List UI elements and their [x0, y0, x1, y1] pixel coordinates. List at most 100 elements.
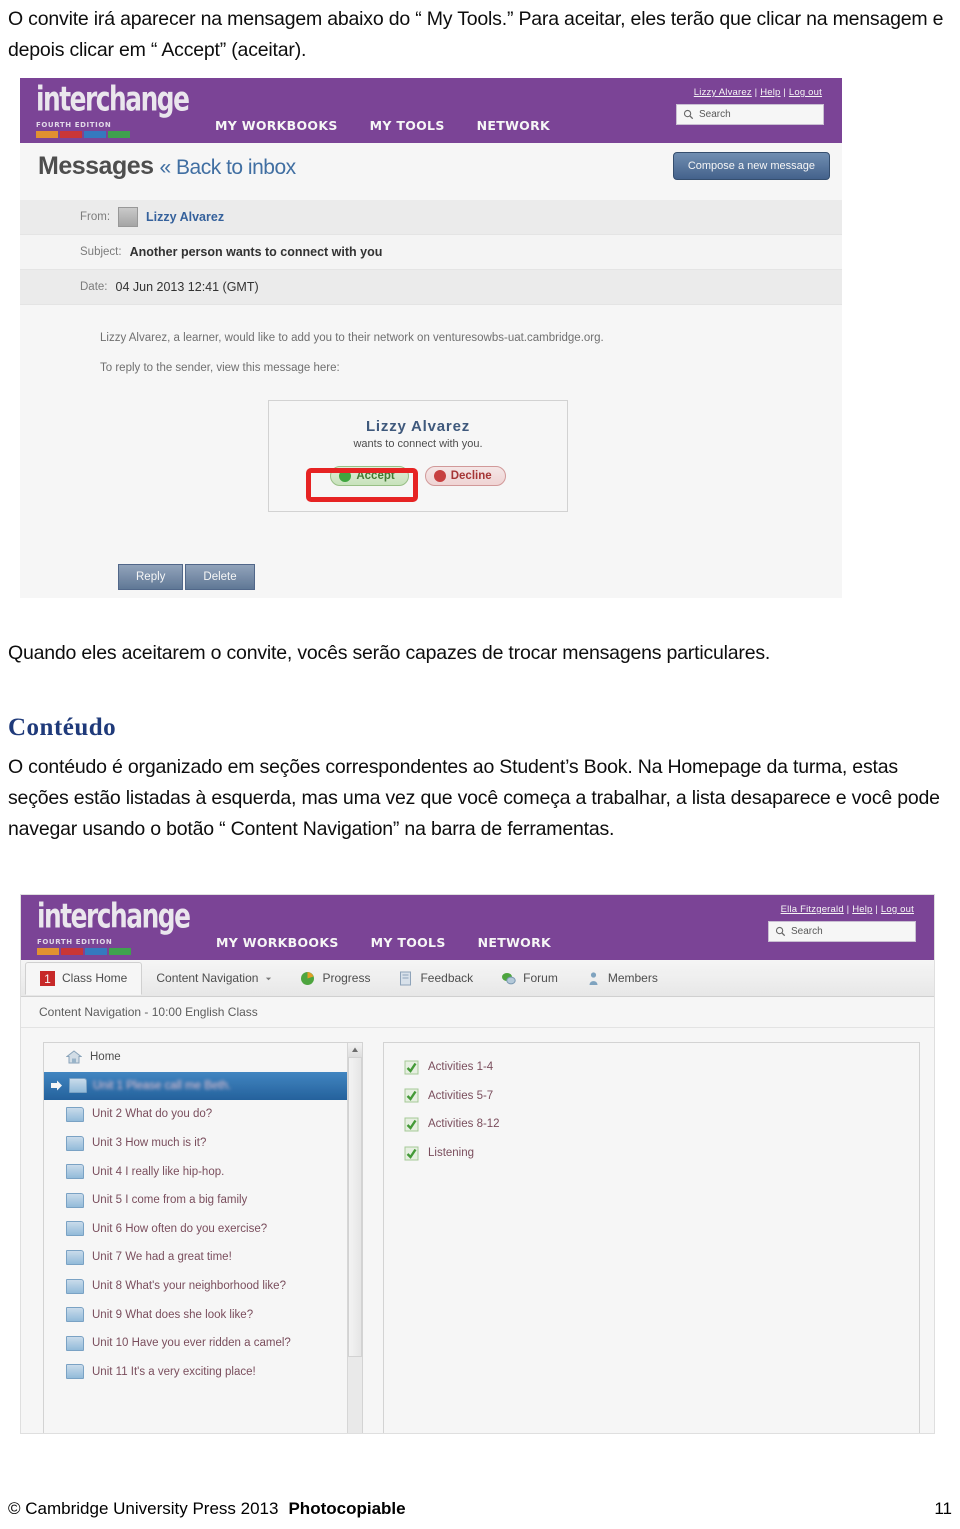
- tree-label-unit-7: Unit 7 We had a great time!: [92, 1251, 232, 1264]
- logout-link[interactable]: Log out: [789, 87, 822, 98]
- message-field-from: From: Lizzy Alvarez: [20, 200, 842, 235]
- tree-item-unit-9[interactable]: Unit 9 What does she look like?: [44, 1300, 362, 1329]
- toolbar-label-forum: Forum: [523, 971, 558, 985]
- delete-button[interactable]: Delete: [185, 564, 255, 590]
- check-icon-2: [404, 1088, 419, 1103]
- folder-icon-unit-5: [66, 1192, 84, 1208]
- scrollbar-thumb[interactable]: [348, 1057, 362, 1357]
- reply-button[interactable]: Reply: [118, 564, 184, 590]
- help-link[interactable]: Help: [760, 87, 780, 98]
- speech-bubble-icon: [501, 971, 516, 986]
- compose-new-message-button[interactable]: Compose a new message: [672, 152, 830, 180]
- user-links-messages[interactable]: Lizzy Alvarez | Help | Log out: [694, 87, 822, 98]
- main-nav-content[interactable]: MY WORKBOOKS MY TOOLS NETWORK: [216, 935, 551, 950]
- footer-copyright: © Cambridge University Press 2013: [8, 1499, 279, 1518]
- activity-item-1[interactable]: Activities 1-4: [384, 1053, 919, 1082]
- tree-item-unit-2[interactable]: Unit 2 What do you do?: [44, 1100, 362, 1129]
- from-value[interactable]: Lizzy Alvarez: [146, 210, 224, 224]
- activity-item-3[interactable]: Activities 8-12: [384, 1110, 919, 1139]
- tree-item-unit-7[interactable]: Unit 7 We had a great time!: [44, 1243, 362, 1272]
- nav-item-my-tools[interactable]: MY TOOLS: [370, 118, 445, 133]
- toolbar-item-progress[interactable]: Progress: [286, 961, 384, 995]
- current-arrow-icon: [50, 1079, 63, 1092]
- subject-label: Subject:: [80, 246, 122, 258]
- message-action-bar: Reply Delete: [118, 564, 255, 590]
- scroll-up-button[interactable]: [348, 1043, 362, 1058]
- tree-item-unit-11[interactable]: Unit 11 It's a very exciting place!: [44, 1358, 362, 1387]
- toolbar-label-feedback: Feedback: [420, 971, 474, 985]
- nav-item-network[interactable]: NETWORK: [477, 118, 550, 133]
- tree-label-unit-9: Unit 9 What does she look like?: [92, 1308, 254, 1321]
- toolbar-item-class-home[interactable]: 1 Class Home: [25, 961, 143, 995]
- toolbar-item-feedback[interactable]: Feedback: [384, 961, 487, 995]
- screenshot-content-navigation: interchange FOURTH EDITION MY WORKBOOKS …: [20, 894, 935, 1434]
- message-body: Lizzy Alvarez, a learner, would like to …: [20, 305, 842, 383]
- tree-item-unit-3[interactable]: Unit 3 How much is it?: [44, 1129, 362, 1158]
- back-to-inbox-link[interactable]: « Back to inbox: [160, 156, 297, 179]
- user-name-link-2[interactable]: Ella Fitzgerald: [781, 904, 844, 915]
- footer-photocopiable: Photocopiable: [288, 1499, 406, 1518]
- folder-icon-unit-1: [69, 1078, 87, 1094]
- user-links-content[interactable]: Ella Fitzgerald | Help | Log out: [781, 904, 914, 915]
- search-box-messages[interactable]: Search: [676, 104, 824, 125]
- avatar: [118, 207, 139, 227]
- tree-item-unit-4[interactable]: Unit 4 I really like hip-hop.: [44, 1157, 362, 1186]
- section-heading: Contéudo: [8, 714, 117, 741]
- content-paragraph: O contéudo é organizado em seções corres…: [8, 756, 940, 840]
- tree-label-home: Home: [90, 1051, 121, 1064]
- nav-item-my-workbooks[interactable]: MY WORKBOOKS: [215, 118, 338, 133]
- nav-item-my-tools-2[interactable]: MY TOOLS: [371, 935, 446, 950]
- tree-label-unit-11: Unit 11 It's a very exciting place!: [92, 1365, 256, 1378]
- message-field-subject: Subject: Another person wants to connect…: [20, 235, 842, 270]
- folder-icon-unit-10: [66, 1335, 84, 1351]
- tree-label-unit-6: Unit 6 How often do you exercise?: [92, 1222, 268, 1235]
- pie-chart-icon: [300, 971, 315, 986]
- date-value: 04 Jun 2013 12:41 (GMT): [115, 280, 259, 294]
- user-name-link[interactable]: Lizzy Alvarez: [694, 87, 752, 98]
- toolbar-item-content-navigation[interactable]: Content Navigation: [142, 961, 286, 995]
- tree-item-unit-1[interactable]: Unit 1 Please call me Beth.: [44, 1071, 362, 1101]
- tree-label-unit-4: Unit 4 I really like hip-hop.: [92, 1165, 225, 1178]
- tree-label-unit-10: Unit 10 Have you ever ridden a camel?: [92, 1337, 291, 1350]
- scroll-down-button[interactable]: [348, 1433, 362, 1434]
- tree-label-unit-1: Unit 1 Please call me Beth.: [93, 1079, 232, 1092]
- logout-link-2[interactable]: Log out: [881, 904, 914, 915]
- search-icon: [683, 109, 694, 120]
- tree-scrollbar[interactable]: [347, 1043, 362, 1434]
- toolbar-item-members[interactable]: Members: [572, 961, 672, 995]
- folder-icon-unit-7: [66, 1249, 84, 1265]
- screenshot-messages: interchange FOURTH EDITION MY WORKBOOKS …: [20, 78, 842, 598]
- help-link-2[interactable]: Help: [852, 904, 872, 915]
- nav-item-my-workbooks-2[interactable]: MY WORKBOOKS: [216, 935, 339, 950]
- activity-item-2[interactable]: Activities 5-7: [384, 1082, 919, 1111]
- interchange-logo: interchange FOURTH EDITION: [36, 83, 190, 138]
- cross-circle-icon: [433, 470, 446, 482]
- toolbar-label-progress: Progress: [322, 971, 371, 985]
- logo-wordmark-2: interchange: [37, 897, 191, 936]
- tree-item-unit-5[interactable]: Unit 5 I come from a big family: [44, 1186, 362, 1215]
- date-label: Date:: [80, 281, 108, 293]
- activities-panel: Activities 1-4 Activities 5-7 Activities…: [383, 1042, 920, 1433]
- from-label: From:: [80, 211, 111, 223]
- intro-paragraph: O convite irá aparecer na mensagem abaix…: [8, 8, 944, 61]
- search-box-content[interactable]: Search: [768, 921, 916, 942]
- tree-item-unit-6[interactable]: Unit 6 How often do you exercise?: [44, 1215, 362, 1244]
- nav-item-network-2[interactable]: NETWORK: [478, 935, 551, 950]
- toolbar-item-forum[interactable]: Forum: [487, 961, 572, 995]
- tree-item-unit-10[interactable]: Unit 10 Have you ever ridden a camel?: [44, 1329, 362, 1358]
- tree-item-home[interactable]: Home: [44, 1043, 362, 1072]
- activity-label-1: Activities 1-4: [428, 1061, 494, 1074]
- activity-label-2: Activities 5-7: [428, 1089, 494, 1102]
- tree-item-unit-8[interactable]: Unit 8 What's your neighborhood like?: [44, 1272, 362, 1301]
- check-icon-4: [404, 1146, 419, 1161]
- decline-button[interactable]: Decline: [424, 466, 506, 486]
- tree-label-unit-5: Unit 5 I come from a big family: [92, 1194, 248, 1207]
- page-title-text: Messages: [38, 152, 154, 180]
- activity-item-4[interactable]: Listening: [384, 1139, 919, 1168]
- folder-icon-unit-9: [66, 1307, 84, 1323]
- subject-value: Another person wants to connect with you: [129, 245, 383, 259]
- main-nav-messages[interactable]: MY WORKBOOKS MY TOOLS NETWORK: [215, 118, 550, 133]
- toolbar-label-class-home: Class Home: [62, 971, 128, 985]
- page-title: Messages « Back to inbox: [38, 152, 296, 181]
- tree-label-unit-3: Unit 3 How much is it?: [92, 1137, 207, 1150]
